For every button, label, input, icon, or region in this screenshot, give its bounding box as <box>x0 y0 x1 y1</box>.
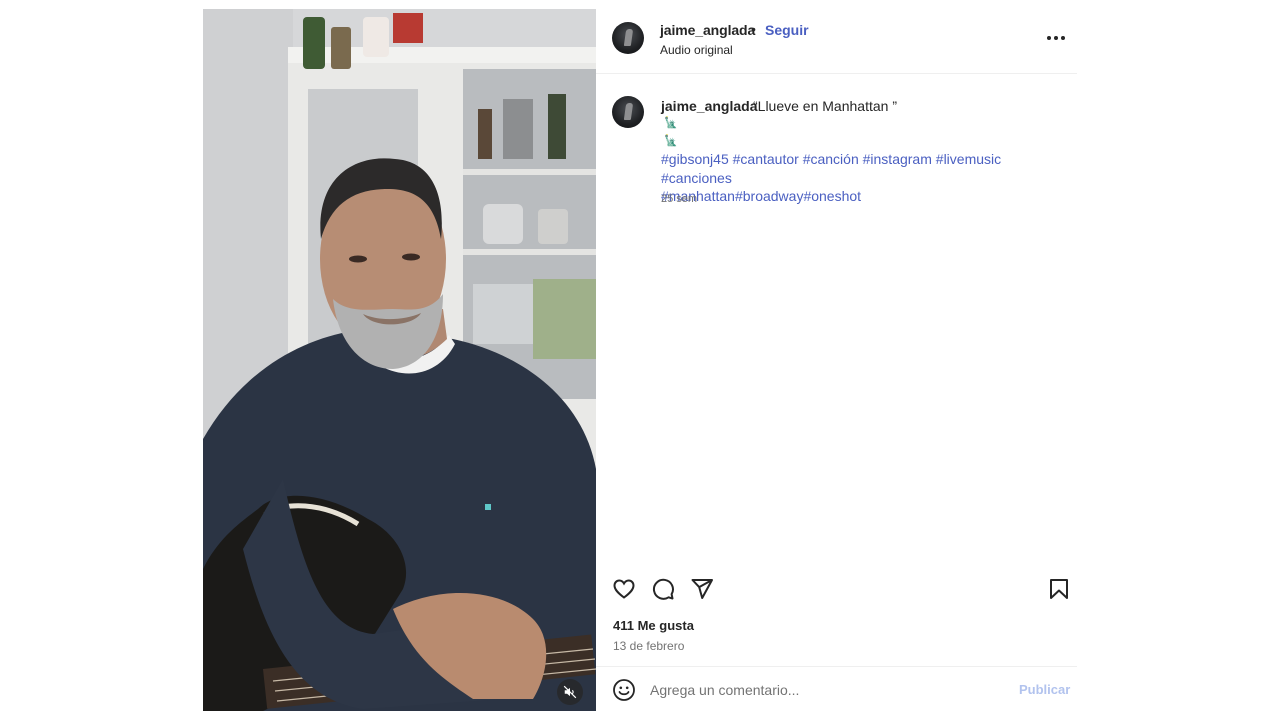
hashtag-link[interactable]: #broadway <box>735 188 804 204</box>
hashtag-link[interactable]: #canción <box>803 151 859 167</box>
save-button[interactable] <box>1045 575 1073 603</box>
author-username[interactable]: jaime_anglada <box>660 22 755 38</box>
action-bar <box>596 575 1077 605</box>
more-options-button[interactable] <box>1044 28 1068 48</box>
caption-avatar[interactable] <box>612 96 644 128</box>
likes-count[interactable]: 411 Me gusta <box>613 618 694 633</box>
caption-timestamp[interactable]: 25 sem <box>661 193 697 205</box>
post-video[interactable] <box>203 9 596 711</box>
statue-of-liberty-emoji: 🗽 <box>664 117 678 129</box>
post-header: jaime_anglada • Seguir Audio original <box>596 9 1077 74</box>
post-details-panel: jaime_anglada • Seguir Audio original ja… <box>596 9 1077 711</box>
hashtag-link[interactable]: #cantautor <box>733 151 799 167</box>
smiley-icon <box>613 679 635 701</box>
audio-label[interactable]: Audio original <box>660 43 733 57</box>
post-date[interactable]: 13 de febrero <box>613 639 684 653</box>
like-button[interactable] <box>610 575 638 603</box>
hashtag-link[interactable]: #gibsonj45 <box>661 151 729 167</box>
caption-title: “Llueve en Manhattan ” <box>753 98 897 114</box>
video-frame <box>203 9 596 711</box>
comment-bar: Publicar <box>596 667 1077 711</box>
comment-icon <box>652 578 674 600</box>
separator-dot: • <box>751 21 756 37</box>
hashtag-link[interactable]: #instagram <box>863 151 932 167</box>
caption-username[interactable]: jaime_anglada <box>661 98 758 114</box>
hashtag-link[interactable]: #livemusic <box>936 151 1001 167</box>
emoji-picker-button[interactable] <box>612 678 636 702</box>
follow-button[interactable]: Seguir <box>765 22 809 38</box>
comment-input[interactable] <box>650 679 1000 701</box>
more-options-icon <box>1047 36 1065 40</box>
hashtag-link[interactable]: #canciones <box>661 170 732 186</box>
comment-button[interactable] <box>649 575 677 603</box>
mute-button[interactable] <box>557 679 583 705</box>
bookmark-icon <box>1050 579 1068 599</box>
hashtag-list: #gibsonj45 #cantautor #canción #instagra… <box>661 150 1071 206</box>
author-avatar[interactable] <box>612 22 644 54</box>
publish-button[interactable]: Publicar <box>1019 682 1070 697</box>
send-icon <box>691 579 713 599</box>
hashtag-link[interactable]: #oneshot <box>803 188 861 204</box>
statue-of-liberty-emoji: 🗽 <box>664 135 678 147</box>
speaker-muted-icon <box>563 685 577 699</box>
share-button[interactable] <box>688 575 716 603</box>
heart-icon <box>613 579 635 599</box>
